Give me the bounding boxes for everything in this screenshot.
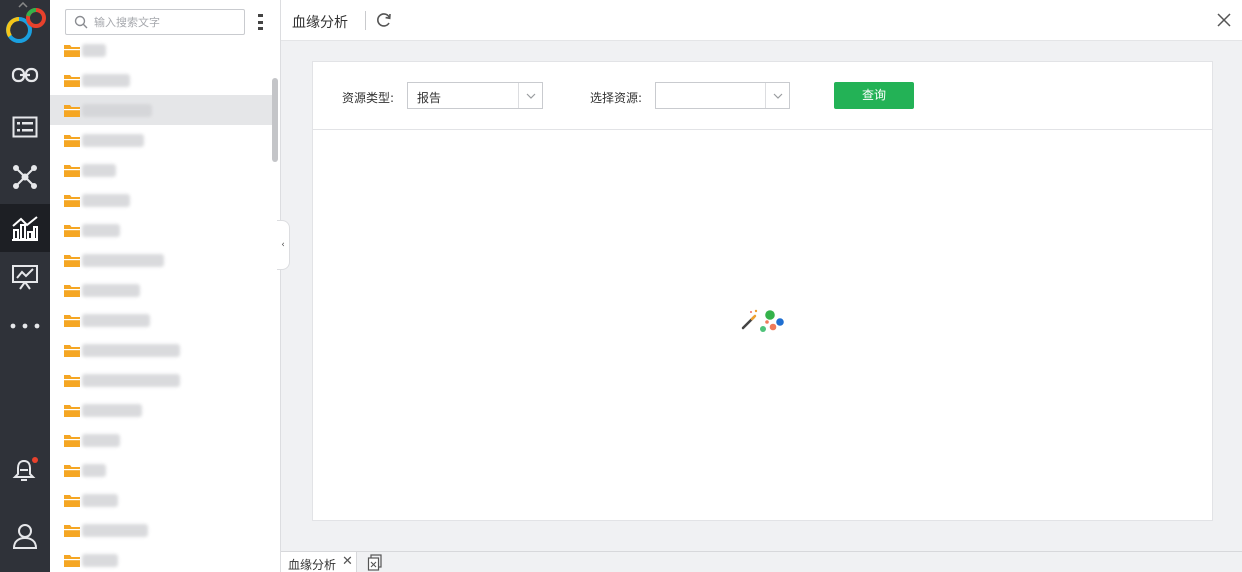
- tab-lineage-analysis[interactable]: 血缘分析 ✕: [281, 552, 357, 572]
- tree-folder-item[interactable]: [50, 155, 272, 185]
- folder-icon: [64, 195, 80, 207]
- folder-icon: [64, 525, 80, 537]
- tab-label: 血缘分析: [288, 558, 337, 572]
- tree-menu-button[interactable]: [254, 14, 266, 30]
- folder-name-redacted: [82, 344, 180, 357]
- folder-icon: [64, 165, 80, 177]
- search-box: [65, 9, 245, 35]
- folder-icon: [64, 345, 80, 357]
- resource-tree-panel: [50, 0, 281, 572]
- network-icon[interactable]: [0, 153, 50, 201]
- folder-icon: [64, 45, 80, 57]
- tree-folder-item-selected[interactable]: [50, 95, 272, 125]
- filter-bar: 资源类型: 报告 选择资源: 查询: [313, 62, 1212, 130]
- tree-folder-item[interactable]: [50, 185, 272, 215]
- folder-icon: [64, 375, 80, 387]
- folder-name-redacted: [82, 464, 106, 477]
- resource-type-value: 报告: [417, 91, 442, 105]
- folder-icon: [64, 75, 80, 87]
- folder-name-redacted: [82, 434, 120, 447]
- folder-name-redacted: [82, 254, 164, 267]
- tree-folder-item[interactable]: [50, 395, 272, 425]
- chevron-left-icon: ‹: [281, 240, 285, 250]
- main-content: 血缘分析 资源类型: 报告 选择资源: 查询 血缘分析 ✕: [281, 0, 1242, 572]
- folder-icon: [64, 225, 80, 237]
- folder-name-redacted: [82, 374, 180, 387]
- lineage-panel: 资源类型: 报告 选择资源: 查询: [312, 61, 1213, 521]
- search-icon: [74, 15, 88, 29]
- more-icon[interactable]: [0, 302, 50, 350]
- tree-folder-item[interactable]: [50, 455, 272, 485]
- tab-close-icon[interactable]: ✕: [342, 555, 353, 569]
- folder-icon: [64, 405, 80, 417]
- chevron-down-icon: [518, 83, 542, 108]
- folder-name-redacted: [82, 284, 140, 297]
- folder-name-redacted: [82, 524, 148, 537]
- folder-name-redacted: [82, 104, 152, 117]
- query-button[interactable]: 查询: [834, 82, 914, 109]
- tree-folder-item[interactable]: [50, 425, 272, 455]
- refresh-icon[interactable]: [375, 11, 393, 29]
- folder-name-redacted: [82, 494, 118, 507]
- tree-folder-item[interactable]: [50, 305, 272, 335]
- folder-name-redacted: [82, 44, 106, 57]
- tree-folder-item[interactable]: [50, 215, 272, 245]
- folder-name-redacted: [82, 404, 142, 417]
- folder-icon: [64, 465, 80, 477]
- folder-name-redacted: [82, 164, 116, 177]
- tree-folder-item[interactable]: [50, 125, 272, 155]
- tree-folder-item[interactable]: [50, 515, 272, 545]
- folder-name-redacted: [82, 554, 118, 567]
- tree-folder-item[interactable]: [50, 245, 272, 275]
- loading-wand-icon: [741, 309, 784, 332]
- close-icon[interactable]: [1216, 12, 1232, 28]
- title-divider: [365, 11, 366, 30]
- tree-folder-item[interactable]: [50, 35, 272, 65]
- bottom-tab-bar: 血缘分析 ✕: [281, 551, 1242, 572]
- resource-type-label: 资源类型:: [342, 91, 395, 105]
- resource-type-select[interactable]: 报告: [407, 82, 543, 109]
- tree-scrollbar-thumb[interactable]: [272, 78, 278, 162]
- tree-folder-item[interactable]: [50, 335, 272, 365]
- chevron-down-icon: [765, 83, 789, 108]
- folder-icon: [64, 495, 80, 507]
- lineage-analysis-icon[interactable]: [0, 204, 50, 252]
- folder-name-redacted: [82, 134, 144, 147]
- folder-icon: [64, 555, 80, 567]
- notification-bell-icon[interactable]: [0, 446, 50, 494]
- tree-folder-item[interactable]: [50, 545, 272, 572]
- folder-icon: [64, 435, 80, 447]
- folder-icon: [64, 315, 80, 327]
- new-tab-icon[interactable]: [367, 554, 383, 571]
- folder-name-redacted: [82, 224, 120, 237]
- folder-name-redacted: [82, 314, 150, 327]
- link-icon[interactable]: [0, 51, 50, 99]
- title-bar: 血缘分析: [281, 0, 1242, 41]
- resource-tree: [50, 35, 272, 572]
- collapse-panel-toggle[interactable]: ‹: [277, 220, 290, 270]
- page-title: 血缘分析: [292, 15, 348, 31]
- app-logo: [3, 2, 47, 46]
- folder-icon: [64, 105, 80, 117]
- user-profile-icon[interactable]: [0, 512, 50, 560]
- folder-name-redacted: [82, 74, 130, 87]
- tree-folder-item[interactable]: [50, 365, 272, 395]
- tree-folder-item[interactable]: [50, 485, 272, 515]
- tree-folder-item[interactable]: [50, 275, 272, 305]
- dashboard-screen-icon[interactable]: [0, 253, 50, 301]
- folder-icon: [64, 255, 80, 267]
- search-input[interactable]: [94, 13, 239, 31]
- select-resource-label: 选择资源:: [590, 91, 643, 105]
- folder-name-redacted: [82, 194, 130, 207]
- app-sidebar: [0, 0, 50, 572]
- report-list-icon[interactable]: [0, 103, 50, 151]
- folder-icon: [64, 135, 80, 147]
- select-resource-select[interactable]: [655, 82, 790, 109]
- folder-icon: [64, 285, 80, 297]
- tree-folder-item[interactable]: [50, 65, 272, 95]
